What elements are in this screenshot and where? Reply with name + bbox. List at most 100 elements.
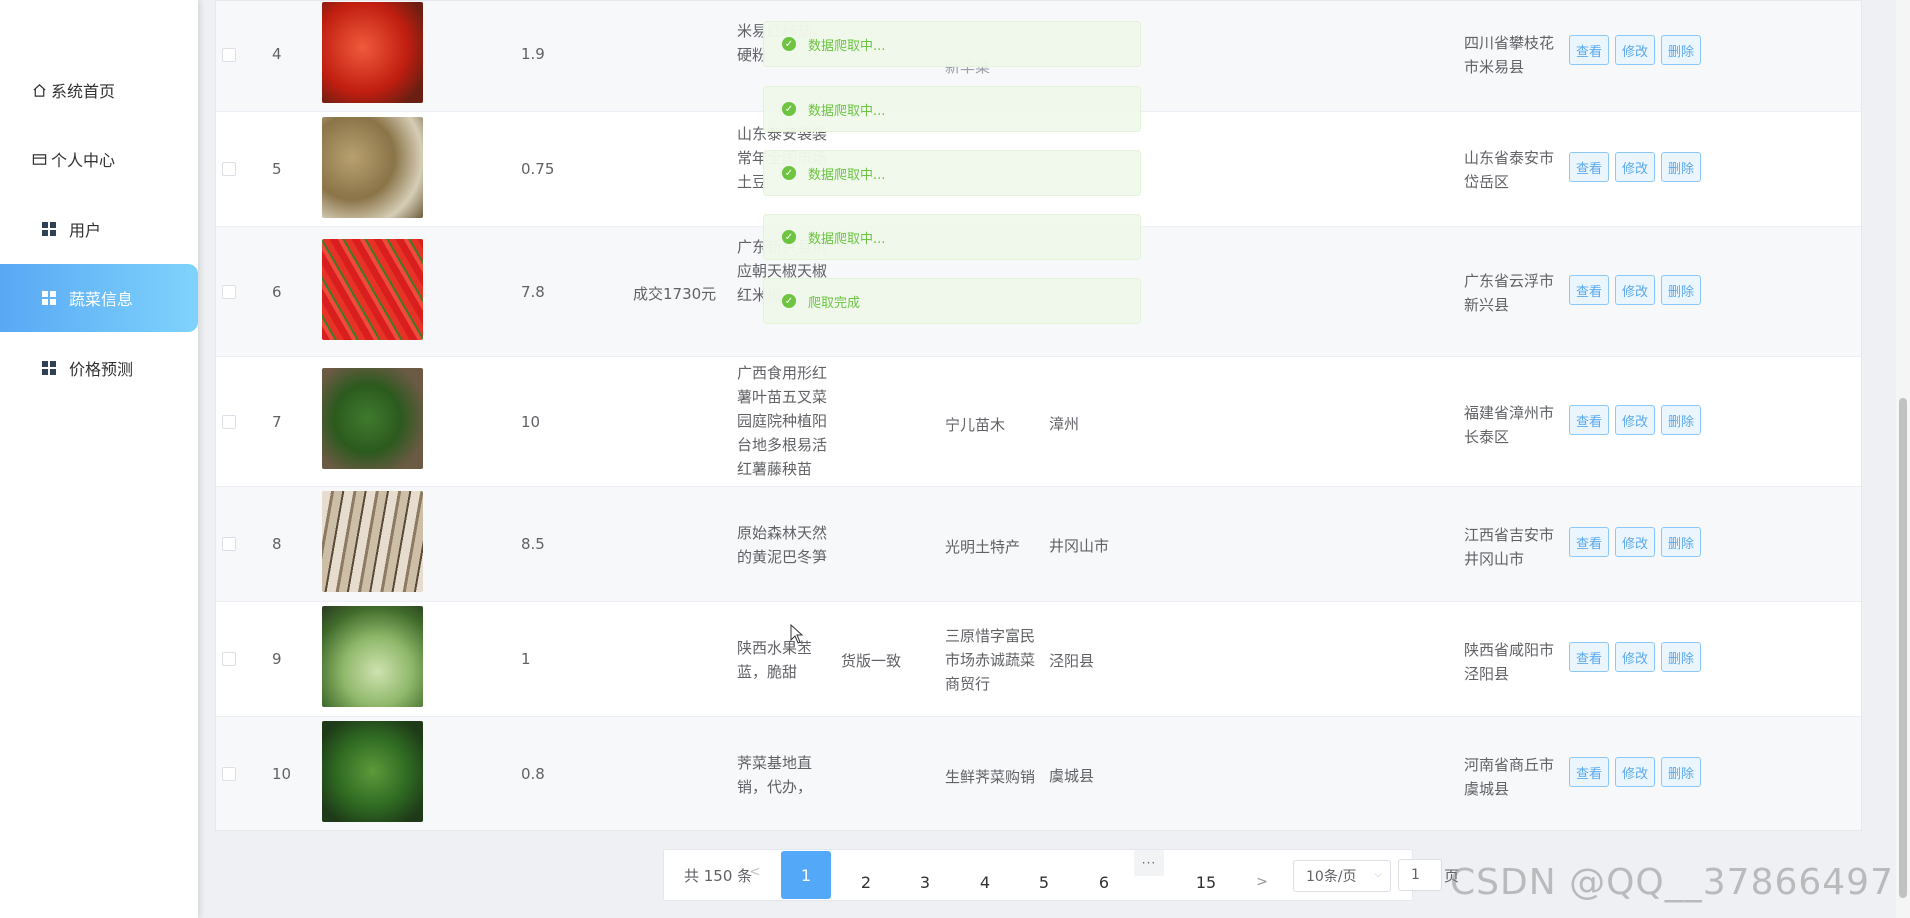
view-button[interactable]: 查看 [1569, 642, 1609, 672]
row-checkbox[interactable] [222, 48, 236, 62]
delete-button[interactable]: 删除 [1661, 527, 1701, 557]
row-index: 5 [272, 160, 282, 178]
check-circle-icon: ✓ [782, 230, 796, 244]
view-button[interactable]: 查看 [1569, 152, 1609, 182]
delete-button[interactable]: 删除 [1661, 275, 1701, 305]
menu-item-home[interactable]: 系统首页 [0, 56, 198, 124]
region: 山东省泰安市岱岳区 [1464, 149, 1555, 191]
check-circle-icon: ✓ [782, 294, 796, 308]
edit-button[interactable]: 修改 [1615, 275, 1655, 305]
edit-button[interactable]: 修改 [1615, 527, 1655, 557]
vegetable-image [322, 239, 423, 340]
page-size-value: 10条/页 [1306, 869, 1357, 885]
view-button[interactable]: 查看 [1569, 527, 1609, 557]
notification-text: 数据爬取中... [808, 103, 886, 119]
goods-consistency: 货版一致 [841, 652, 902, 670]
delete-button[interactable]: 删除 [1661, 405, 1701, 435]
menu-item-price-forecast[interactable]: 价格预测 [0, 334, 198, 402]
notification-toast: ✓ 爬取完成 [763, 278, 1141, 324]
edit-button[interactable]: 修改 [1615, 757, 1655, 787]
shop-name: 光明土特产 [945, 538, 1021, 556]
page-button[interactable]: 6 [1079, 858, 1129, 906]
edit-button[interactable]: 修改 [1615, 642, 1655, 672]
next-page-button[interactable]: > [1237, 858, 1287, 906]
row-index: 9 [272, 650, 282, 668]
edit-button[interactable]: 修改 [1615, 405, 1655, 435]
scrollbar-thumb[interactable] [1899, 398, 1907, 898]
page-button[interactable]: 5 [1019, 858, 1069, 906]
notification-text: 爬取完成 [808, 295, 861, 311]
page-button[interactable]: 2 [841, 858, 891, 906]
view-button[interactable]: 查看 [1569, 275, 1609, 305]
page-button-current[interactable]: 1 [781, 851, 831, 899]
chevron-down-icon: ⌵ [1374, 869, 1382, 880]
prev-page-icon[interactable]: < [749, 864, 761, 880]
table-row: 7 10 广西食用形红薯叶苗五叉菜园庭院种植阳台地多根易活红薯藤秧苗 宁儿苗木 … [216, 357, 1861, 487]
table-row: 10 0.8 荠菜基地直销，代办， 生鲜荠菜购销 虞城县 河南省商丘市虞城县 查… [216, 717, 1861, 830]
region: 江西省吉安市井冈山市 [1464, 526, 1555, 568]
edit-button[interactable]: 修改 [1615, 35, 1655, 65]
delete-button[interactable]: 删除 [1661, 757, 1701, 787]
check-circle-icon: ✓ [782, 102, 796, 116]
city: 泾阳县 [1049, 652, 1095, 670]
check-circle-icon: ✓ [782, 37, 796, 51]
vegetable-image [322, 491, 423, 592]
price: 1.9 [521, 45, 545, 63]
region: 陕西省咸阳市泾阳县 [1464, 641, 1555, 683]
menu-item-personal-center[interactable]: 个人中心 [0, 125, 198, 193]
vegetable-image [322, 368, 423, 469]
product-title: 原始森林天然的黄泥巴冬笋 [737, 524, 828, 566]
edit-button[interactable]: 修改 [1615, 152, 1655, 182]
menu-item-users[interactable]: 用户 [0, 195, 198, 263]
row-checkbox[interactable] [222, 285, 236, 299]
city: 虞城县 [1049, 767, 1095, 785]
menu-label: 个人中心 [51, 151, 116, 170]
row-checkbox[interactable] [222, 652, 236, 666]
vegetable-image [322, 2, 423, 103]
page-jump-input[interactable]: 1 [1398, 859, 1442, 891]
price: 0.8 [521, 765, 545, 783]
page-button-last[interactable]: 15 [1181, 858, 1231, 906]
mouse-cursor-icon [790, 624, 804, 644]
page-button[interactable]: 3 [900, 858, 950, 906]
menu-item-vegetable-info[interactable]: 蔬菜信息 [0, 264, 198, 332]
delete-button[interactable]: 删除 [1661, 152, 1701, 182]
page-size-select[interactable]: 10条/页 ⌵ [1293, 860, 1391, 892]
notification-text: 数据爬取中... [808, 167, 886, 183]
region: 河南省商丘市虞城县 [1464, 756, 1555, 798]
row-checkbox[interactable] [222, 162, 236, 176]
notification-toast: ✓ 数据爬取中... [763, 21, 1141, 67]
view-button[interactable]: 查看 [1569, 405, 1609, 435]
more-pages-icon[interactable]: ··· [1134, 850, 1164, 876]
city: 井冈山市 [1049, 537, 1110, 555]
vegetable-image [322, 606, 423, 707]
check-circle-icon: ✓ [782, 166, 796, 180]
menu-label: 蔬菜信息 [69, 290, 134, 309]
table-row: 8 8.5 原始森林天然的黄泥巴冬笋 光明土特产 井冈山市 江西省吉安市井冈山市… [216, 487, 1861, 602]
notification-toast: ✓ 数据爬取中... [763, 214, 1141, 260]
row-checkbox[interactable] [222, 415, 236, 429]
price: 0.75 [521, 160, 555, 178]
shop-name: 宁儿苗木 [945, 416, 1006, 434]
view-button[interactable]: 查看 [1569, 757, 1609, 787]
grid-icon [41, 221, 57, 237]
product-title: 陕西水果苤蓝，脆甜 [737, 639, 813, 681]
region: 四川省攀枝花市米易县 [1464, 34, 1555, 76]
row-index: 10 [272, 765, 292, 783]
menu-label: 价格预测 [69, 360, 134, 379]
view-button[interactable]: 查看 [1569, 35, 1609, 65]
region: 福建省漳州市长泰区 [1464, 404, 1555, 446]
card-icon [31, 151, 47, 167]
page-button[interactable]: 4 [960, 858, 1010, 906]
price: 8.5 [521, 535, 545, 553]
price: 1 [521, 650, 531, 668]
shop-name: 生鲜荠菜购销 [945, 768, 1036, 786]
row-checkbox[interactable] [222, 537, 236, 551]
delete-button[interactable]: 删除 [1661, 35, 1701, 65]
notification-text: 数据爬取中... [808, 231, 886, 247]
vegetable-image [322, 721, 423, 822]
menu-label: 系统首页 [51, 82, 116, 101]
delete-button[interactable]: 删除 [1661, 642, 1701, 672]
row-checkbox[interactable] [222, 767, 236, 781]
price: 10 [521, 413, 541, 431]
